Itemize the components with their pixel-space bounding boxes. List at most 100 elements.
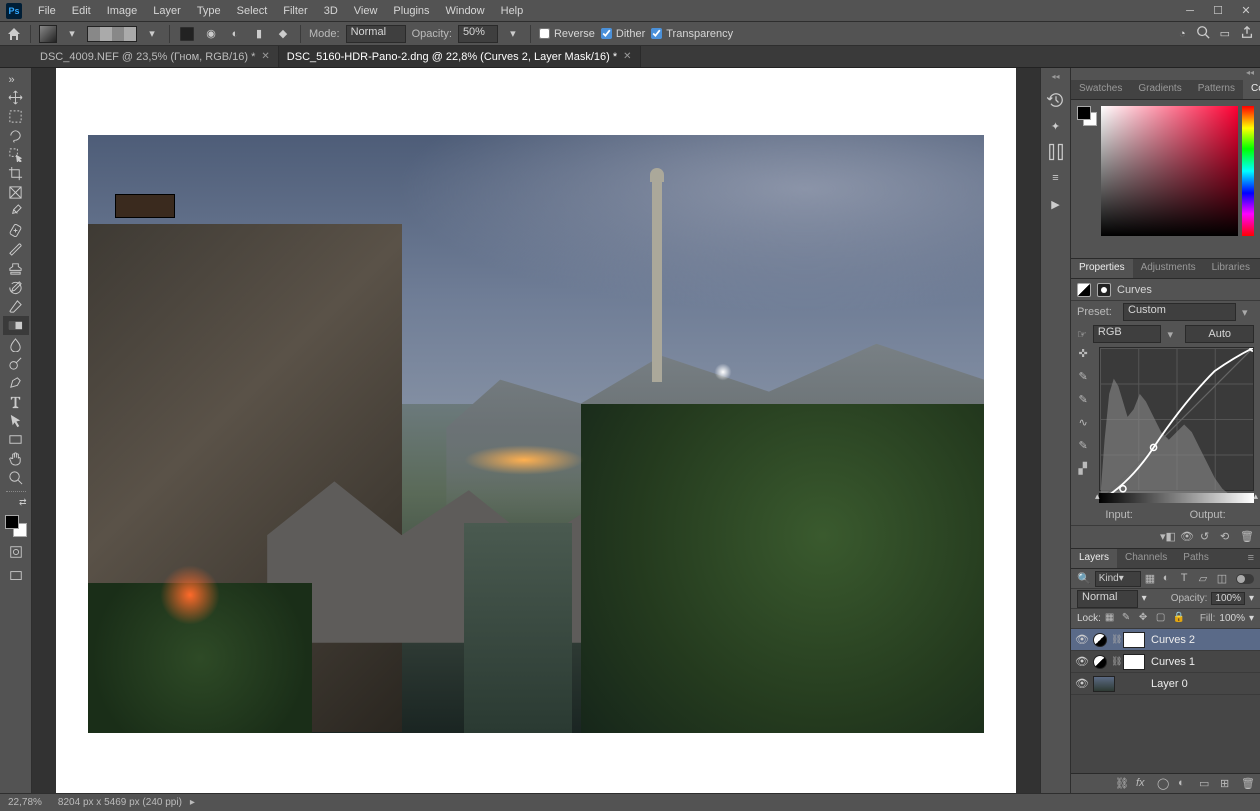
tab-paths[interactable]: Paths xyxy=(1175,549,1217,568)
histogram-toggle-icon[interactable]: ▞ xyxy=(1079,462,1094,477)
eyedropper-white-icon[interactable]: ✎ xyxy=(1079,370,1094,385)
delete-layer-icon[interactable]: 🗑 xyxy=(1241,777,1254,790)
chevron-down-icon[interactable]: ▾ xyxy=(1249,593,1254,604)
fill-input[interactable]: 100% xyxy=(1219,613,1245,624)
filter-toggle[interactable] xyxy=(1236,574,1254,584)
blend-mode-dropdown[interactable]: Normal xyxy=(346,25,406,43)
document-tab[interactable]: DSC_5160-HDR-Pano-2.dng @ 22,8% (Curves … xyxy=(279,46,641,67)
gradient-linear-icon[interactable] xyxy=(178,25,196,43)
tab-color[interactable]: Color xyxy=(1243,80,1260,99)
menu-file[interactable]: File xyxy=(30,2,64,20)
reset-previous-icon[interactable]: ↺ xyxy=(1200,530,1214,544)
zoom-tool[interactable] xyxy=(3,468,29,487)
brushes-icon[interactable] xyxy=(1046,142,1066,162)
auto-button[interactable]: Auto xyxy=(1185,325,1254,343)
opacity-input[interactable]: 50% xyxy=(458,25,498,43)
history-brush-tool[interactable] xyxy=(3,278,29,297)
layer-mask-thumbnail[interactable] xyxy=(1123,632,1145,648)
tab-swatches[interactable]: Swatches xyxy=(1071,80,1130,99)
marquee-tool[interactable] xyxy=(3,107,29,126)
toggle-visibility-icon[interactable]: 👁 xyxy=(1180,530,1194,544)
toolbox-expand-handle[interactable]: » xyxy=(9,74,23,88)
chevron-down-icon[interactable]: ▾ xyxy=(1249,613,1254,624)
image-filter-icon[interactable]: ▦ xyxy=(1145,572,1159,586)
adjustment-filter-icon[interactable]: ◐ xyxy=(1163,572,1177,586)
menu-image[interactable]: Image xyxy=(99,2,146,20)
object-select-tool[interactable] xyxy=(3,145,29,164)
reverse-checkbox[interactable]: Reverse xyxy=(539,28,595,40)
path-select-tool[interactable] xyxy=(3,411,29,430)
tab-layers[interactable]: Layers xyxy=(1071,549,1117,568)
adjustment-thumbnail[interactable] xyxy=(1093,633,1107,647)
type-filter-icon[interactable]: T xyxy=(1181,572,1195,586)
menu-3d[interactable]: 3D xyxy=(316,2,346,20)
layer-name[interactable]: Curves 1 xyxy=(1149,656,1256,668)
tab-adjustments[interactable]: Adjustments xyxy=(1133,259,1204,278)
layer-mask-thumbnail[interactable] xyxy=(1123,654,1145,670)
pen-tool[interactable] xyxy=(3,373,29,392)
lasso-tool[interactable] xyxy=(3,126,29,145)
swap-colors-icon[interactable]: ⇄ xyxy=(5,497,27,507)
mask-icon[interactable] xyxy=(1097,283,1111,297)
document-info[interactable]: 8204 px x 5469 px (240 ppi) xyxy=(58,797,182,808)
healing-brush-tool[interactable] xyxy=(3,221,29,240)
gradient-tool-preview[interactable] xyxy=(39,25,57,43)
curves-input-ramp[interactable]: ▴ ▴ xyxy=(1099,493,1254,503)
gradient-tool[interactable] xyxy=(3,316,29,335)
history-icon[interactable] xyxy=(1046,90,1066,110)
adjustment-thumbnail[interactable] xyxy=(1093,655,1107,669)
workspace-icon[interactable]: ▭ xyxy=(1220,27,1230,40)
search-icon[interactable] xyxy=(1196,25,1210,42)
link-layers-icon[interactable]: ⛓ xyxy=(1115,777,1128,790)
window-maximize-button[interactable]: ☐ xyxy=(1204,0,1232,22)
menu-help[interactable]: Help xyxy=(493,2,532,20)
transparency-checkbox[interactable]: Transparency xyxy=(651,28,733,40)
layer-row[interactable]: 👁 ⛓ Curves 1 xyxy=(1071,651,1260,673)
actions-icon[interactable]: ✦ xyxy=(1046,116,1066,136)
tool-preset-chevron-icon[interactable]: ▾ xyxy=(63,25,81,43)
document-tab[interactable]: DSC_4009.NEF @ 23,5% (Гном, RGB/16) * ✕ xyxy=(32,46,279,67)
gradient-preset-swatch[interactable] xyxy=(87,26,137,42)
layer-row[interactable]: 👁 Layer 0 xyxy=(1071,673,1260,695)
lock-move-icon[interactable]: ✥ xyxy=(1139,612,1152,625)
dither-checkbox[interactable]: Dither xyxy=(601,28,645,40)
layer-name[interactable]: Curves 2 xyxy=(1149,634,1256,646)
menu-plugins[interactable]: Plugins xyxy=(385,2,437,20)
add-mask-icon[interactable]: ◯ xyxy=(1157,777,1170,790)
menu-edit[interactable]: Edit xyxy=(64,2,99,20)
curve-smooth-icon[interactable]: ∿ xyxy=(1079,416,1094,431)
eyedropper-sample-icon[interactable]: ✜ xyxy=(1079,347,1094,362)
trash-icon[interactable]: 🗑 xyxy=(1240,530,1254,544)
clone-stamp-tool[interactable] xyxy=(3,259,29,278)
clip-to-layer-icon[interactable]: ▾◧ xyxy=(1160,530,1174,544)
panel-expand-handle[interactable]: ◂◂ xyxy=(1051,72,1059,84)
preset-dropdown[interactable]: Custom xyxy=(1123,303,1236,321)
layer-thumbnail[interactable] xyxy=(1093,676,1115,692)
gradient-angle-icon[interactable]: ◐ xyxy=(226,25,244,43)
tab-gradients[interactable]: Gradients xyxy=(1130,80,1189,99)
rectangle-tool[interactable] xyxy=(3,430,29,449)
play-icon[interactable]: ▶ xyxy=(1046,194,1066,214)
panel-menu-icon[interactable]: ≡ xyxy=(1242,549,1260,568)
close-tab-icon[interactable]: ✕ xyxy=(261,51,269,62)
menu-window[interactable]: Window xyxy=(438,2,493,20)
tab-libraries[interactable]: Libraries xyxy=(1204,259,1258,278)
curve-pencil-icon[interactable]: ✎ xyxy=(1079,439,1094,454)
chevron-down-icon[interactable]: ▾ xyxy=(1242,306,1254,319)
tab-properties[interactable]: Properties xyxy=(1071,259,1133,278)
smartobject-filter-icon[interactable]: ◫ xyxy=(1217,572,1231,586)
reset-icon[interactable]: ⟲ xyxy=(1220,530,1234,544)
screen-mode-button[interactable] xyxy=(3,567,29,585)
crop-tool[interactable] xyxy=(3,164,29,183)
foreground-color-swatch[interactable] xyxy=(5,515,19,529)
cloud-sync-icon[interactable]: ◔ xyxy=(1179,28,1186,40)
shape-filter-icon[interactable]: ▱ xyxy=(1199,572,1213,586)
window-minimize-button[interactable]: ─ xyxy=(1176,0,1204,22)
chevron-down-icon[interactable]: ▾ xyxy=(1142,593,1147,604)
type-tool[interactable] xyxy=(3,392,29,411)
visibility-toggle-icon[interactable]: 👁 xyxy=(1075,655,1089,668)
lock-brush-icon[interactable]: ✎ xyxy=(1122,612,1135,625)
quick-mask-toggle[interactable] xyxy=(3,543,29,561)
move-tool[interactable] xyxy=(3,88,29,107)
lock-artboard-icon[interactable]: ▢ xyxy=(1156,612,1169,625)
